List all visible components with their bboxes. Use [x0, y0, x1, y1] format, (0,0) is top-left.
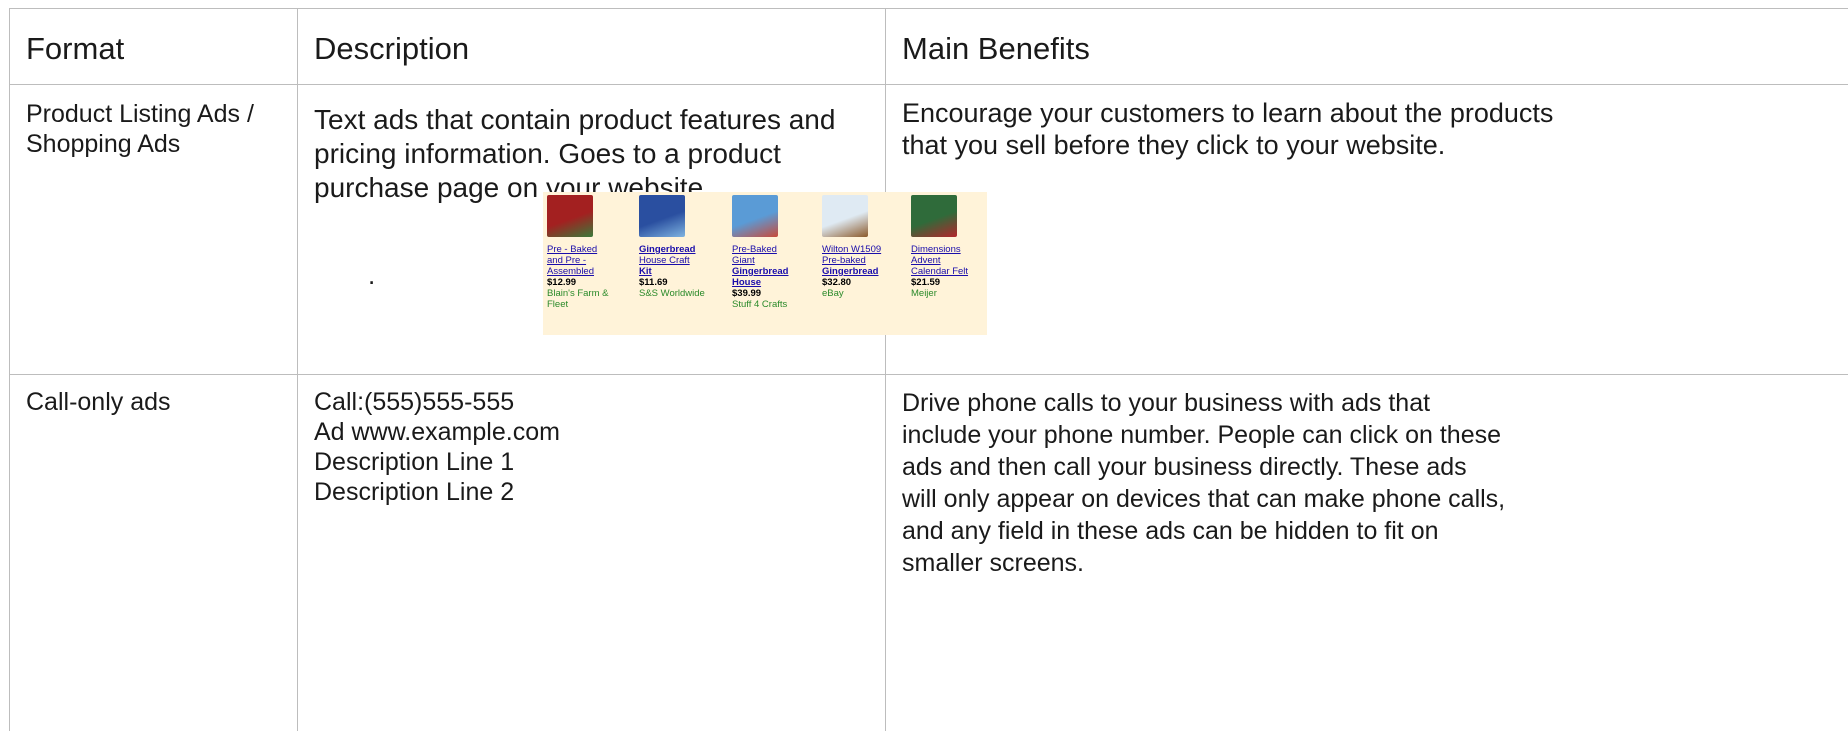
product-name-line[interactable]: House Craft — [639, 255, 729, 266]
product-tile[interactable]: Pre - Baked and Pre - Assembled $12.99 Blain… — [543, 192, 635, 335]
product-name-line[interactable]: Advent — [911, 255, 1001, 266]
product-tile[interactable]: Wilton W1509 Pre-baked Gingerbread $32.80 eB… — [818, 192, 910, 335]
description-line: pricing information. Goes to a product — [314, 138, 781, 169]
shopping-ads-preview: Pre - Baked and Pre - Assembled $12.99 Blain… — [543, 192, 987, 335]
column-divider — [297, 9, 298, 731]
product-name-line[interactable]: Giant — [732, 255, 822, 266]
product-text: Wilton W1509 Pre-baked Gingerbread $32.80 eB… — [822, 244, 912, 299]
format-cell: Call-only ads — [26, 387, 171, 417]
column-divider — [885, 9, 886, 731]
format-line: Shopping Ads — [26, 130, 181, 158]
header-main-benefits: Main Benefits — [902, 31, 1090, 66]
ad-url-line: Ad www.example.com — [314, 418, 560, 446]
product-price: $21.59 — [911, 277, 941, 288]
benefits-line: Encourage your customers to learn about … — [902, 98, 1554, 128]
product-name-line[interactable]: Pre-baked — [822, 255, 912, 266]
product-name-line[interactable]: Dimensions — [911, 244, 1001, 255]
benefits-cell: Encourage your customers to learn about … — [902, 97, 1553, 161]
benefits-line: will only appear on devices that can mak… — [902, 485, 1506, 513]
product-thumbnail[interactable] — [822, 195, 868, 237]
product-price: $32.80 — [822, 277, 852, 288]
product-text: Dimensions Advent Calendar Felt $21.59 Meije… — [911, 244, 1001, 299]
product-name-line[interactable]: Calendar Felt — [911, 266, 1001, 277]
product-seller: Blain's Farm & — [547, 288, 609, 299]
header-description: Description — [314, 31, 470, 66]
benefits-line: that you sell before they click to your … — [902, 130, 1446, 160]
product-name-line[interactable]: Wilton W1509 — [822, 244, 912, 255]
benefits-cell: Drive phone calls to your business with … — [902, 387, 1505, 579]
product-name-line[interactable]: Gingerbread — [639, 244, 729, 255]
description-line: Text ads that contain product features a… — [314, 104, 836, 135]
product-seller: Meijer — [911, 288, 937, 299]
product-name-line[interactable]: Pre-Baked — [732, 244, 822, 255]
product-name-line[interactable]: Assembled — [547, 266, 637, 277]
product-name-line[interactable]: Pre - Baked — [547, 244, 637, 255]
format-line: Product Listing Ads / — [26, 100, 254, 128]
product-seller: Stuff 4 Crafts — [732, 299, 788, 310]
product-thumbnail[interactable] — [547, 195, 593, 237]
description-cell: Text ads that contain product features a… — [314, 103, 835, 205]
product-name-line[interactable]: Gingerbread — [822, 266, 912, 277]
product-seller: S&S Worldwide — [639, 288, 705, 299]
ad-call-line: Call:(555)555-555 — [314, 388, 515, 416]
product-text: Pre - Baked and Pre - Assembled $12.99 Blain… — [547, 244, 637, 310]
benefits-line: Drive phone calls to your business with … — [902, 389, 1431, 417]
header-format: Format — [26, 31, 125, 66]
benefits-line: smaller screens. — [902, 549, 1084, 577]
product-price: $39.99 — [732, 288, 762, 299]
ad-description-line: Description Line 2 — [314, 478, 515, 506]
stray-period: . — [368, 260, 376, 290]
product-tile[interactable]: Gingerbread House Craft Kit $11.69 S&S World… — [635, 192, 727, 335]
product-thumbnail[interactable] — [639, 195, 685, 237]
benefits-line: ads and then call your business directly… — [902, 453, 1467, 481]
description-cell: Call:(555)555-555 Ad www.example.com Des… — [314, 387, 560, 507]
product-name-line[interactable]: House — [732, 277, 822, 288]
product-thumbnail[interactable] — [732, 195, 778, 237]
product-tile[interactable]: Dimensions Advent Calendar Felt $21.59 Meije… — [907, 192, 999, 335]
product-name-line[interactable]: and Pre - — [547, 255, 637, 266]
ad-formats-table: Format Description Main Benefits Product… — [9, 8, 1848, 731]
format-cell: Product Listing Ads / Shopping Ads — [26, 99, 254, 159]
product-text: Gingerbread House Craft Kit $11.69 S&S World… — [639, 244, 729, 299]
product-name-line[interactable]: Kit — [639, 266, 729, 277]
benefits-line: include your phone number. People can cl… — [902, 421, 1501, 449]
benefits-line: and any field in these ads can be hidden… — [902, 517, 1439, 545]
product-price: $11.69 — [639, 277, 668, 288]
product-thumbnail[interactable] — [911, 195, 957, 237]
product-text: Pre-Baked Giant Gingerbread House $39.99 Stuf… — [732, 244, 822, 310]
ad-description-line: Description Line 1 — [314, 448, 515, 476]
product-seller: Fleet — [547, 299, 569, 310]
product-seller: eBay — [822, 288, 844, 299]
product-name-line[interactable]: Gingerbread — [732, 266, 822, 277]
format-line: Call-only ads — [26, 388, 171, 416]
product-tile[interactable]: Pre-Baked Giant Gingerbread House $39.99 Stuf… — [728, 192, 820, 335]
product-price: $12.99 — [547, 277, 577, 288]
